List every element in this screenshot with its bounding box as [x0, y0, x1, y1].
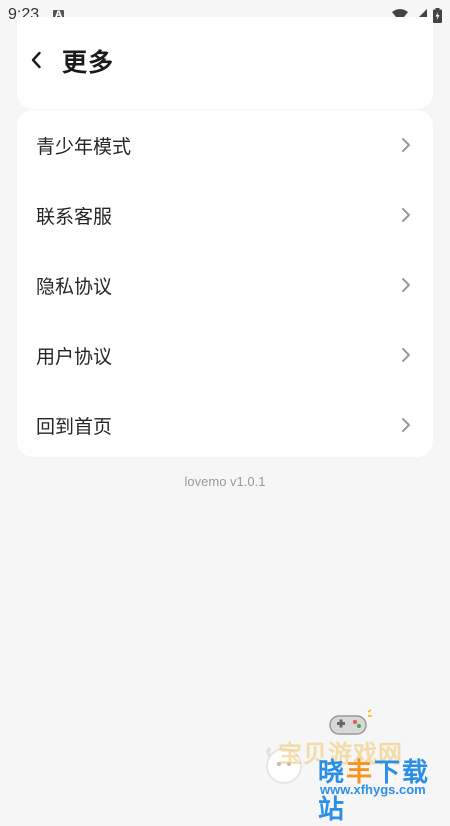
- app-version: lovemo v1.0.1: [184, 474, 266, 489]
- menu-list: 青少年模式 联系客服 隐私协议 用户协议 回到首页: [17, 110, 433, 457]
- menu-item-label: 青少年模式: [36, 135, 132, 158]
- chevron-left-icon: [30, 51, 42, 73]
- menu-item-contact-support[interactable]: 联系客服: [17, 180, 433, 250]
- chevron-right-icon: [399, 206, 413, 224]
- chevron-right-icon: [399, 346, 413, 364]
- menu-item-label: 隐私协议: [36, 275, 113, 298]
- page-title: 更多: [62, 48, 115, 77]
- menu-item-label: 回到首页: [36, 415, 113, 438]
- back-button[interactable]: [22, 48, 50, 76]
- menu-item-label: 联系客服: [36, 205, 113, 228]
- watermark-url: www.xfhygs.com: [320, 782, 426, 797]
- menu-item-label: 用户协议: [36, 345, 113, 368]
- battery-icon: [433, 7, 442, 23]
- menu-item-back-home[interactable]: 回到首页: [17, 390, 433, 460]
- chevron-right-icon: [399, 416, 413, 434]
- menu-item-privacy-policy[interactable]: 隐私协议: [17, 250, 433, 320]
- chevron-right-icon: [399, 136, 413, 154]
- menu-item-user-agreement[interactable]: 用户协议: [17, 320, 433, 390]
- site-watermark: 宝贝游戏网 晓丰下载站 www.xfhygs.com: [258, 706, 450, 825]
- menu-item-youth-mode[interactable]: 青少年模式: [17, 110, 433, 180]
- chevron-right-icon: [399, 276, 413, 294]
